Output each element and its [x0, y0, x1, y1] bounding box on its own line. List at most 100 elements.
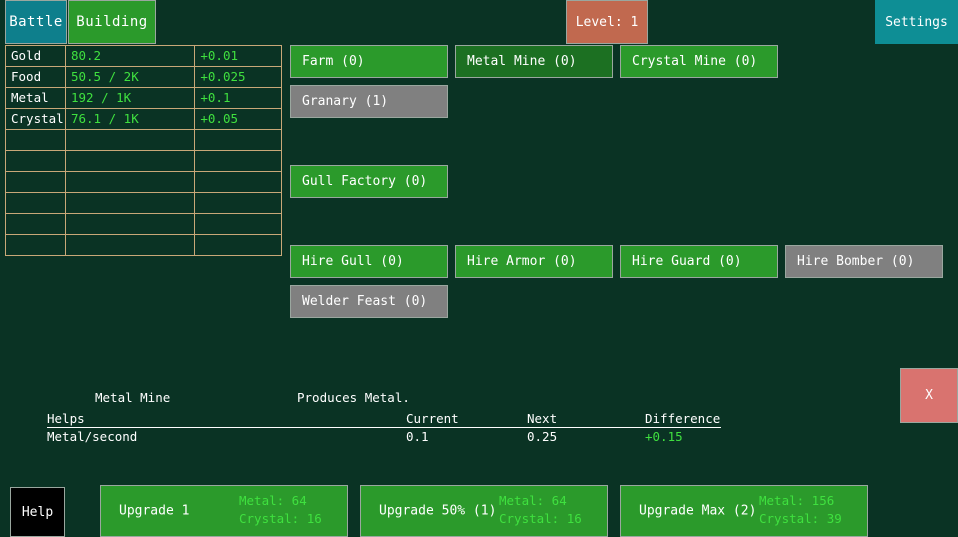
- empty-cell: [195, 130, 282, 151]
- upgrade-button-max[interactable]: Upgrade Max (2) Metal: 156 Crystal: 39: [620, 485, 868, 537]
- upgrade-label: Upgrade 1: [119, 504, 189, 519]
- unit-label: Hire Bomber (0): [797, 254, 914, 269]
- empty-cell: [6, 130, 66, 151]
- tab-battle-label: Battle: [9, 14, 63, 30]
- welder-feast-progress-bar: [291, 317, 447, 318]
- building-label: Granary (1): [302, 94, 388, 109]
- top-bar: Battle Building Level: 1 Settings: [0, 0, 958, 44]
- tab-battle[interactable]: Battle: [5, 0, 67, 44]
- upgrade-costs: Metal: 64 Crystal: 16: [239, 492, 322, 528]
- upgrade-costs: Metal: 64 Crystal: 16: [499, 492, 582, 528]
- hire-bomber-progress-fill: [786, 277, 919, 278]
- granary-progress-bar: [291, 117, 447, 118]
- info-panel-header-row: Helps Current Next Difference: [47, 411, 721, 428]
- unit-button-hire-guard[interactable]: Hire Guard (0): [620, 245, 778, 278]
- tab-building[interactable]: Building: [68, 0, 156, 44]
- empty-cell: [6, 235, 66, 256]
- close-button[interactable]: X: [900, 368, 958, 423]
- value-difference: +0.15: [645, 429, 683, 444]
- upgrade-button-1[interactable]: Upgrade 1 Metal: 64 Crystal: 16: [100, 485, 348, 537]
- unit-label: Hire Armor (0): [467, 254, 577, 269]
- hire-bomber-progress-bar: [786, 277, 942, 278]
- empty-cell: [195, 193, 282, 214]
- resource-name: Crystal: [6, 109, 66, 130]
- upgrade-label: Upgrade 50% (1): [379, 504, 496, 519]
- table-row-empty: [6, 214, 282, 235]
- unit-button-hire-armor[interactable]: Hire Armor (0): [455, 245, 613, 278]
- building-button-farm[interactable]: Farm (0): [290, 45, 448, 78]
- table-row: Crystal 76.1 / 1K +0.05: [6, 109, 282, 130]
- settings-button[interactable]: Settings: [875, 0, 958, 44]
- resource-table-body: Gold 80.2 +0.01 Food 50.5 / 2K +0.025 Me…: [6, 46, 282, 256]
- building-button-crystal-mine[interactable]: Crystal Mine (0): [620, 45, 778, 78]
- upgrade-button-50-percent[interactable]: Upgrade 50% (1) Metal: 64 Crystal: 16: [360, 485, 608, 537]
- empty-cell: [195, 151, 282, 172]
- resource-rate: +0.05: [195, 109, 282, 130]
- unit-button-hire-bomber[interactable]: Hire Bomber (0): [785, 245, 943, 278]
- tab-building-label: Building: [76, 14, 147, 30]
- empty-cell: [6, 172, 66, 193]
- resource-amount: 76.1 / 1K: [65, 109, 194, 130]
- table-row-empty: [6, 151, 282, 172]
- settings-label: Settings: [885, 15, 948, 30]
- resource-rate: +0.025: [195, 67, 282, 88]
- unit-label: Welder Feast (0): [302, 294, 427, 309]
- empty-cell: [65, 235, 194, 256]
- welder-feast-progress-fill: [291, 317, 307, 318]
- empty-cell: [195, 235, 282, 256]
- resource-amount: 80.2: [65, 46, 194, 67]
- building-label: Gull Factory (0): [302, 174, 427, 189]
- building-button-metal-mine[interactable]: Metal Mine (0): [455, 45, 613, 78]
- column-header-current: Current: [406, 411, 459, 426]
- table-row-empty: [6, 130, 282, 151]
- upgrade-cost-metal: Metal: 64: [239, 492, 322, 510]
- empty-cell: [195, 172, 282, 193]
- upgrade-cost-crystal: Crystal: 39: [759, 510, 842, 528]
- resource-amount: 192 / 1K: [65, 88, 194, 109]
- upgrade-cost-crystal: Crystal: 16: [499, 510, 582, 528]
- building-label: Metal Mine (0): [467, 54, 577, 69]
- help-button[interactable]: Help: [10, 487, 65, 537]
- table-row: Gold 80.2 +0.01: [6, 46, 282, 67]
- resource-name: Food: [6, 67, 66, 88]
- unit-button-hire-gull[interactable]: Hire Gull (0): [290, 245, 448, 278]
- unit-label: Hire Gull (0): [302, 254, 404, 269]
- level-badge-label: Level: 1: [576, 15, 639, 30]
- empty-cell: [65, 214, 194, 235]
- resource-table: Gold 80.2 +0.01 Food 50.5 / 2K +0.025 Me…: [5, 45, 282, 256]
- empty-cell: [6, 193, 66, 214]
- resource-amount: 50.5 / 2K: [65, 67, 194, 88]
- info-panel-title: Metal Mine: [95, 390, 170, 405]
- empty-cell: [65, 151, 194, 172]
- info-panel-description: Produces Metal.: [297, 390, 410, 405]
- close-icon: X: [925, 388, 933, 403]
- building-label: Farm (0): [302, 54, 365, 69]
- game-screen: Battle Building Level: 1 Settings Gold 8…: [0, 0, 958, 537]
- table-row-empty: [6, 235, 282, 256]
- value-next: 0.25: [527, 429, 557, 444]
- upgrade-cost-metal: Metal: 156: [759, 492, 842, 510]
- building-button-gull-factory[interactable]: Gull Factory (0): [290, 165, 448, 198]
- help-label: Help: [22, 505, 53, 520]
- unit-button-welder-feast[interactable]: Welder Feast (0): [290, 285, 448, 318]
- table-row-empty: [6, 172, 282, 193]
- empty-cell: [65, 130, 194, 151]
- resource-name: Gold: [6, 46, 66, 67]
- upgrade-label: Upgrade Max (2): [639, 504, 756, 519]
- table-row-empty: [6, 193, 282, 214]
- resource-name: Metal: [6, 88, 66, 109]
- table-row: Food 50.5 / 2K +0.025: [6, 67, 282, 88]
- empty-cell: [65, 172, 194, 193]
- unit-label: Hire Guard (0): [632, 254, 742, 269]
- info-panel-data-row: Metal/second 0.1 0.25 +0.15: [47, 429, 721, 446]
- value-current: 0.1: [406, 429, 429, 444]
- column-header-difference: Difference: [645, 411, 720, 426]
- building-button-granary[interactable]: Granary (1): [290, 85, 448, 118]
- empty-cell: [6, 151, 66, 172]
- upgrade-cost-metal: Metal: 64: [499, 492, 582, 510]
- empty-cell: [195, 214, 282, 235]
- column-header-helps: Helps: [47, 411, 85, 426]
- empty-cell: [6, 214, 66, 235]
- column-header-next: Next: [527, 411, 557, 426]
- table-row: Metal 192 / 1K +0.1: [6, 88, 282, 109]
